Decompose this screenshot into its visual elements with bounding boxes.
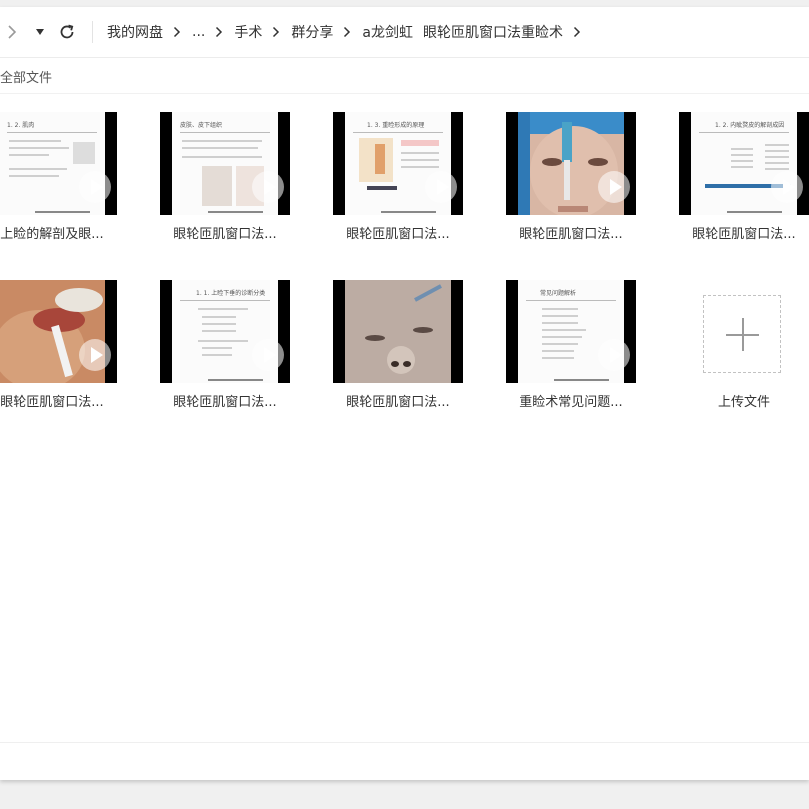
file-tile[interactable]: 常见问题解析 重睑术常见问题...	[496, 280, 646, 420]
file-tile[interactable]: 眼轮匝肌窗口法...	[496, 112, 646, 252]
file-name: 眼轮匝肌窗口法...	[692, 227, 796, 242]
file-tile[interactable]: 眼轮匝肌窗口法...	[323, 280, 473, 420]
play-icon	[79, 171, 111, 203]
file-name: 眼轮匝肌窗口法...	[346, 395, 450, 410]
file-tile[interactable]: 1. 3. 重睑形成的原理 眼轮匝肌窗口法...	[323, 112, 473, 252]
slide-title: 1. 2. 内眦赘皮的解剖成因	[715, 122, 785, 129]
file-browser-window: 我的网盘 ... 手术 群分享 a龙剑虹 眼轮匝肌窗口法重睑术 全部文件 1. …	[0, 7, 809, 780]
subbar: 全部文件	[0, 57, 809, 94]
file-tile[interactable]: 1. 1. 上睑下垂的诊断分类 眼轮匝肌窗口法...	[150, 280, 300, 420]
video-thumbnail	[506, 112, 636, 215]
play-icon	[252, 339, 284, 371]
history-dropdown-button[interactable]	[33, 20, 47, 44]
footer-divider	[0, 742, 809, 743]
file-name: 眼轮匝肌窗口法...	[0, 395, 104, 410]
play-icon	[598, 171, 630, 203]
chevron-right-icon	[343, 26, 351, 38]
breadcrumb-surgery[interactable]: 手术	[234, 22, 262, 42]
forward-button[interactable]	[4, 20, 20, 44]
file-tile[interactable]: 眼轮匝肌窗口法...	[0, 280, 127, 420]
video-thumbnail: 1. 2. 内眦赘皮的解剖成因	[679, 112, 809, 215]
refresh-button[interactable]	[56, 20, 78, 44]
chevron-right-icon	[8, 25, 17, 39]
upload-label: 上传文件	[717, 395, 770, 410]
file-name: 眼轮匝肌窗口法...	[519, 227, 623, 242]
chevron-right-icon	[215, 26, 223, 38]
slide-title: 1. 2. 肌肉	[7, 122, 35, 129]
video-thumbnail: 皮肤、皮下组织	[160, 112, 290, 215]
play-icon	[425, 171, 457, 203]
upload-tile[interactable]: 上传文件	[669, 280, 809, 420]
breadcrumb: 我的网盘 ... 手术 群分享 a龙剑虹 眼轮匝肌窗口法重睑术	[107, 20, 592, 44]
toolbar-divider	[92, 21, 93, 43]
breadcrumb-user-folder[interactable]: a龙剑虹	[362, 22, 413, 42]
file-name: 眼轮匝肌窗口法...	[173, 227, 277, 242]
breadcrumb-group-share[interactable]: 群分享	[291, 22, 333, 42]
breadcrumb-ellipsis[interactable]: ...	[192, 24, 205, 40]
video-thumbnail	[0, 280, 117, 383]
file-tile[interactable]: 1. 2. 内眦赘皮的解剖成因 眼轮匝肌窗口法...	[669, 112, 809, 252]
chevron-right-icon	[173, 26, 181, 38]
caret-down-icon	[36, 29, 44, 35]
slide-title: 1. 1. 上睑下垂的诊断分类	[196, 290, 266, 297]
file-name: 眼轮匝肌窗口法...	[173, 395, 277, 410]
file-name: 上睑的解剖及眼...	[0, 227, 104, 242]
breadcrumb-my-drive[interactable]: 我的网盘	[107, 22, 163, 42]
file-tile[interactable]: 1. 2. 肌肉 上睑的解剖及眼...	[0, 112, 127, 252]
slide-title: 常见问题解析	[540, 290, 577, 297]
toolbar: 我的网盘 ... 手术 群分享 a龙剑虹 眼轮匝肌窗口法重睑术	[0, 7, 809, 58]
all-files-link[interactable]: 全部文件	[0, 67, 52, 86]
file-name: 眼轮匝肌窗口法...	[346, 227, 450, 242]
refresh-icon	[60, 24, 74, 39]
video-thumbnail	[333, 280, 463, 383]
slide-title: 1. 3. 重睑形成的原理	[367, 122, 425, 129]
video-thumbnail: 1. 3. 重睑形成的原理	[333, 112, 463, 215]
chevron-right-icon	[272, 26, 280, 38]
play-icon	[79, 339, 111, 371]
video-thumbnail: 1. 1. 上睑下垂的诊断分类	[160, 280, 290, 383]
play-icon	[771, 171, 803, 203]
file-name: 重睑术常见问题...	[519, 395, 623, 410]
play-icon	[252, 171, 284, 203]
play-icon	[598, 339, 630, 371]
breadcrumb-current-folder[interactable]: 眼轮匝肌窗口法重睑术	[423, 22, 563, 42]
chevron-right-icon	[573, 26, 581, 38]
upload-drop-box[interactable]	[703, 295, 781, 373]
video-thumbnail: 1. 2. 肌肉	[0, 112, 117, 215]
closeup-photo	[345, 280, 451, 383]
file-tile[interactable]: 皮肤、皮下组织 眼轮匝肌窗口法...	[150, 112, 300, 252]
slide-title: 皮肤、皮下组织	[180, 122, 223, 129]
video-thumbnail: 常见问题解析	[506, 280, 636, 383]
